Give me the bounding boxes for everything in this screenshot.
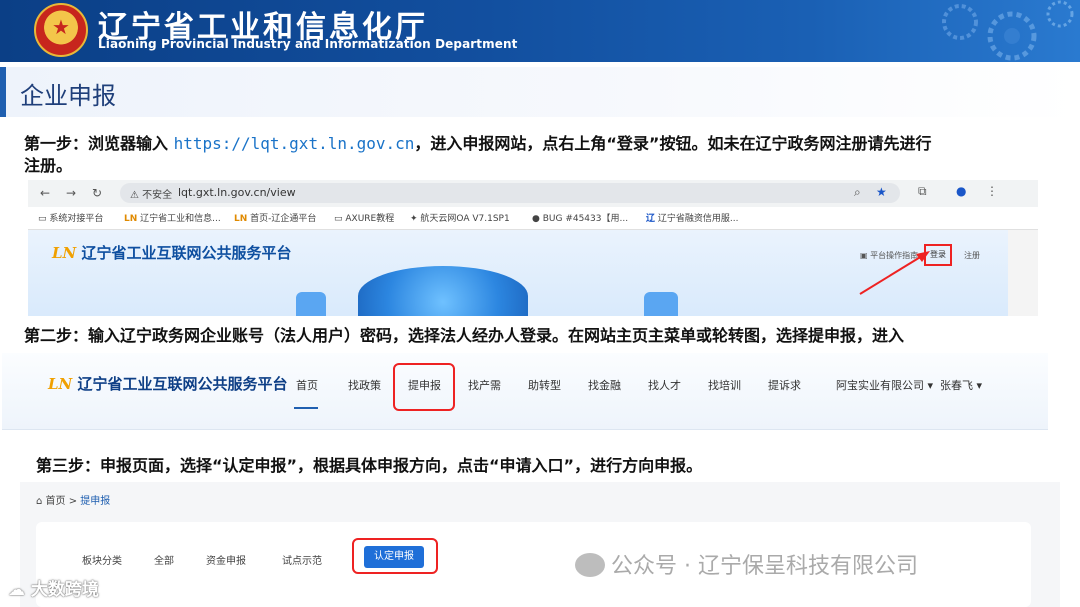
reload-icon[interactable]: ↻: [88, 184, 106, 202]
user-dropdown[interactable]: 张春飞 ▾: [940, 377, 982, 393]
forward-icon[interactable]: →: [62, 184, 80, 202]
address-bar[interactable]: ⚠ 不安全 lqt.gxt.ln.gov.cn/view ⌕ ★: [120, 183, 900, 203]
nav-item-appeal[interactable]: 提诉求: [768, 377, 801, 393]
nav-logo-title: 辽宁省工业互联网公共服务平台: [77, 375, 288, 393]
category-label: 板块分类: [82, 556, 122, 567]
scrollbar[interactable]: [1008, 230, 1038, 316]
nav-logo[interactable]: LN 辽宁省工业互联网公共服务平台: [48, 373, 288, 394]
nav-item-talent[interactable]: 找人才: [648, 377, 681, 393]
breadcrumb-current: 提申报: [80, 496, 111, 507]
bookmarks-bar: ▭ 系统对接平台 LN 辽宁省工业和信息... LN 首页-辽企通平台 ▭ AX…: [28, 207, 1038, 230]
gears-decoration-icon: [942, 0, 1074, 61]
address-url: lqt.gxt.ln.gov.cn/view: [178, 186, 296, 199]
extensions-icon[interactable]: ⧉: [918, 184, 927, 199]
hero-icon-right: [644, 292, 678, 316]
company-dropdown[interactable]: 阿宝实业有限公司 ▾: [836, 377, 933, 393]
hero-icon-left: [296, 292, 326, 316]
banner-subtitle: Liaoning Provincial Industry and Informa…: [98, 37, 518, 51]
bookmark-item[interactable]: 辽 辽宁省融资信用服...: [646, 211, 738, 224]
step2-text: 第二步：输入辽宁政务网企业账号（法人用户）密码，选择法人经办人登录。在网站主页主…: [24, 326, 905, 345]
section-accent: [0, 67, 6, 117]
step1-text: 第一步：浏览器输入 https://lqt.gxt.ln.gov.cn，进入申报…: [24, 133, 931, 155]
nav-item-transform[interactable]: 助转型: [528, 377, 561, 393]
nav-item-training[interactable]: 找培训: [708, 377, 741, 393]
nav-item-home[interactable]: 首页: [296, 377, 318, 393]
national-emblem-icon: ★: [34, 3, 88, 57]
section-title: 企业申报: [20, 82, 116, 110]
official-account-watermark: 公众号 · 辽宁保呈科技有限公司: [575, 548, 918, 580]
step1-line2: 注册。: [24, 156, 73, 175]
insecure-warning: ⚠ 不安全: [130, 190, 173, 201]
site-nav-screenshot: LN 辽宁省工业互联网公共服务平台 首页 找政策 提申报 找产需 助转型 找金融…: [2, 353, 1048, 430]
step1-prefix: 第一步：浏览器输入: [24, 134, 174, 153]
apply-page-screenshot: ⌂ 首页 > 提申报 板块分类 全部 资金申报 试点示范 认定申报: [20, 482, 1060, 607]
site-title: 辽宁省工业互联网公共服务平台: [81, 244, 292, 262]
hero-illustration: [358, 266, 528, 316]
nav-item-policy[interactable]: 找政策: [348, 377, 381, 393]
bookmark-item[interactable]: LN 首页-辽企通平台: [234, 211, 316, 224]
profile-icon[interactable]: ●: [956, 184, 966, 198]
nav-active-underline: [294, 407, 318, 409]
nav-item-finance[interactable]: 找金融: [588, 377, 621, 393]
nav-logo-mark: LN: [48, 375, 73, 393]
tab-all[interactable]: 全部: [154, 552, 174, 567]
step3-text: 第三步：申报页面，选择“认定申报”，根据具体申报方向，点击“申请入口”，进行方向…: [36, 456, 703, 475]
register-link[interactable]: 注册: [964, 250, 980, 261]
bookmark-star-icon[interactable]: ★: [876, 185, 887, 199]
nav-item-supply[interactable]: 找产需: [468, 377, 501, 393]
red-arrow-icon: [859, 251, 930, 295]
wechat-icon: [575, 553, 605, 577]
breadcrumb-home[interactable]: 首页: [46, 496, 66, 507]
bookmark-item[interactable]: LN 辽宁省工业和信息...: [124, 211, 221, 224]
highlight-box: [352, 538, 438, 574]
tab-pilot[interactable]: 试点示范: [282, 552, 322, 567]
back-icon[interactable]: ←: [36, 184, 54, 202]
browser-toolbar: ← → ↻ ⚠ 不安全 lqt.gxt.ln.gov.cn/view ⌕ ★ ⧉…: [28, 180, 1038, 206]
watermark-logo-icon: ☁: [8, 580, 25, 600]
section-header: 企业申报: [0, 67, 1080, 117]
corner-watermark: ☁ 大数跨境: [8, 580, 99, 600]
site-logo[interactable]: LN 辽宁省工业互联网公共服务平台: [52, 242, 292, 263]
breadcrumb: ⌂ 首页 > 提申报: [36, 496, 111, 507]
home-icon[interactable]: ⌂: [36, 496, 42, 507]
bookmark-item[interactable]: ▭ 系统对接平台: [38, 211, 103, 224]
menu-icon[interactable]: ⋮: [986, 184, 998, 198]
bookmark-item[interactable]: ● BUG #45433【用...: [532, 211, 628, 224]
step1-url[interactable]: https://lqt.gxt.ln.gov.cn: [174, 134, 415, 153]
site-logo-mark: LN: [52, 244, 77, 262]
tab-funding[interactable]: 资金申报: [206, 552, 246, 567]
header-banner: ★ 辽宁省工业和信息化厅 Liaoning Provincial Industr…: [0, 0, 1080, 62]
bookmark-item[interactable]: ▭ AXURE教程: [334, 211, 394, 224]
zoom-icon[interactable]: ⌕: [854, 185, 861, 200]
step1-suffix: ，进入申报网站，点右上角“登录”按钮。如未在辽宁政务网注册请先进行: [414, 134, 932, 153]
bookmark-item[interactable]: ✦ 航天云网OA V7.1SP1: [410, 211, 510, 224]
highlight-box: [393, 363, 455, 411]
